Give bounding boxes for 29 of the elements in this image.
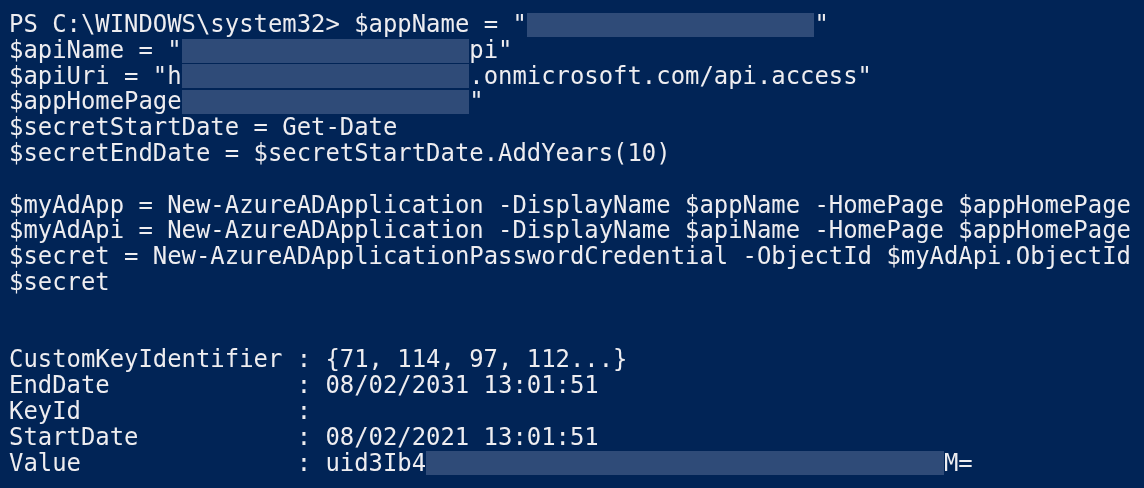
console-text: pi" (469, 37, 513, 64)
property-name: EndDate (9, 373, 110, 399)
console-text: $secretStartDate = Get-Date (9, 115, 398, 141)
property-separator: : (296, 347, 312, 374)
property-name: Value (9, 450, 82, 477)
property-value: 08/02/2031 13:01:51 (325, 373, 599, 399)
property-separator: : (296, 424, 312, 451)
property-name: StartDate (9, 424, 140, 451)
console-text: $apiName = " (9, 37, 182, 64)
console-text: $secret (9, 269, 110, 296)
console-text: $secret = New-AzureADApplicationPasswordCredential -ObjectId $myAdApi.ObjectId (9, 244, 1131, 270)
console-text: .onmicrosoft.com/api.access" (469, 63, 872, 90)
console-text: $appHomePage (9, 89, 182, 116)
property-separator: : (296, 398, 312, 425)
console-text: $myAdApp = New-AzureADApplication -DisplayName $appName -HomePage $appHomePage (9, 192, 1131, 219)
console-text: PS C:\WINDOWS\system32> $appName = " (9, 12, 527, 38)
property-separator: : (296, 373, 312, 399)
console-text: $apiUri = "h (9, 63, 182, 90)
property-value: {71, 114, 97, 112...} (325, 347, 628, 374)
property-name: KeyId (9, 398, 82, 425)
property-value: uid3Ib4 (325, 450, 427, 477)
property-value: M= (943, 450, 973, 477)
property-name: CustomKeyIdentifier (9, 347, 283, 374)
console-text: " (469, 89, 484, 116)
property-separator: : (296, 450, 312, 477)
property-value: 08/02/2021 13:01:51 (325, 424, 599, 451)
console-text: $secretEndDate = $secretStartDate.AddYears(10) (9, 141, 671, 167)
console-text: " (814, 12, 829, 38)
console-text: $myAdApi = New-AzureADApplication -DisplayName $apiName -HomePage $appHomePage (9, 218, 1131, 245)
